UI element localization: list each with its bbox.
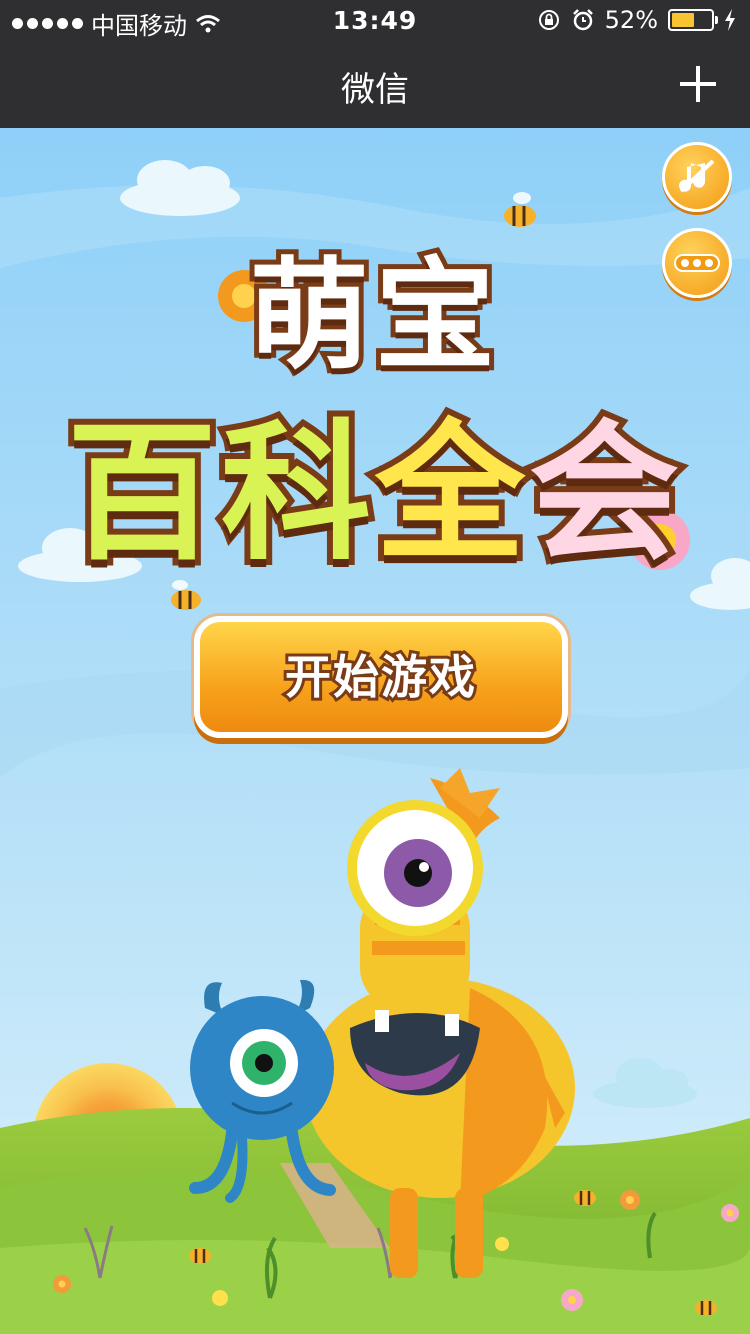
- rotation-lock-icon: [538, 10, 559, 30]
- status-right: 52%: [537, 6, 736, 34]
- status-bar: 中国移动 13:49 52%: [0, 0, 750, 40]
- title-line-1: 萌宝: [244, 242, 501, 391]
- plus-icon[interactable]: [680, 66, 716, 102]
- mute-music-icon: [679, 159, 715, 193]
- alarm-icon: [572, 9, 593, 31]
- charging-bolt-icon: [725, 9, 735, 31]
- title-char: 百: [61, 401, 223, 587]
- nav-title: 微信: [341, 70, 409, 110]
- title-char: 全: [369, 401, 531, 587]
- nav-bar: 微信: [0, 40, 750, 128]
- battery-percent: 52%: [604, 6, 658, 34]
- start-game-button[interactable]: 开始游戏: [194, 616, 568, 738]
- title-line-2: 百科全会: [0, 372, 750, 589]
- title-char: 会: [523, 401, 685, 587]
- mute-music-button[interactable]: [662, 142, 732, 212]
- game-scene: 萌宝 百科全会 开始游戏: [0, 128, 750, 1334]
- game-title: 萌宝 百科全会: [0, 218, 750, 589]
- battery-icon: [668, 9, 718, 31]
- title-char: 科: [215, 401, 377, 587]
